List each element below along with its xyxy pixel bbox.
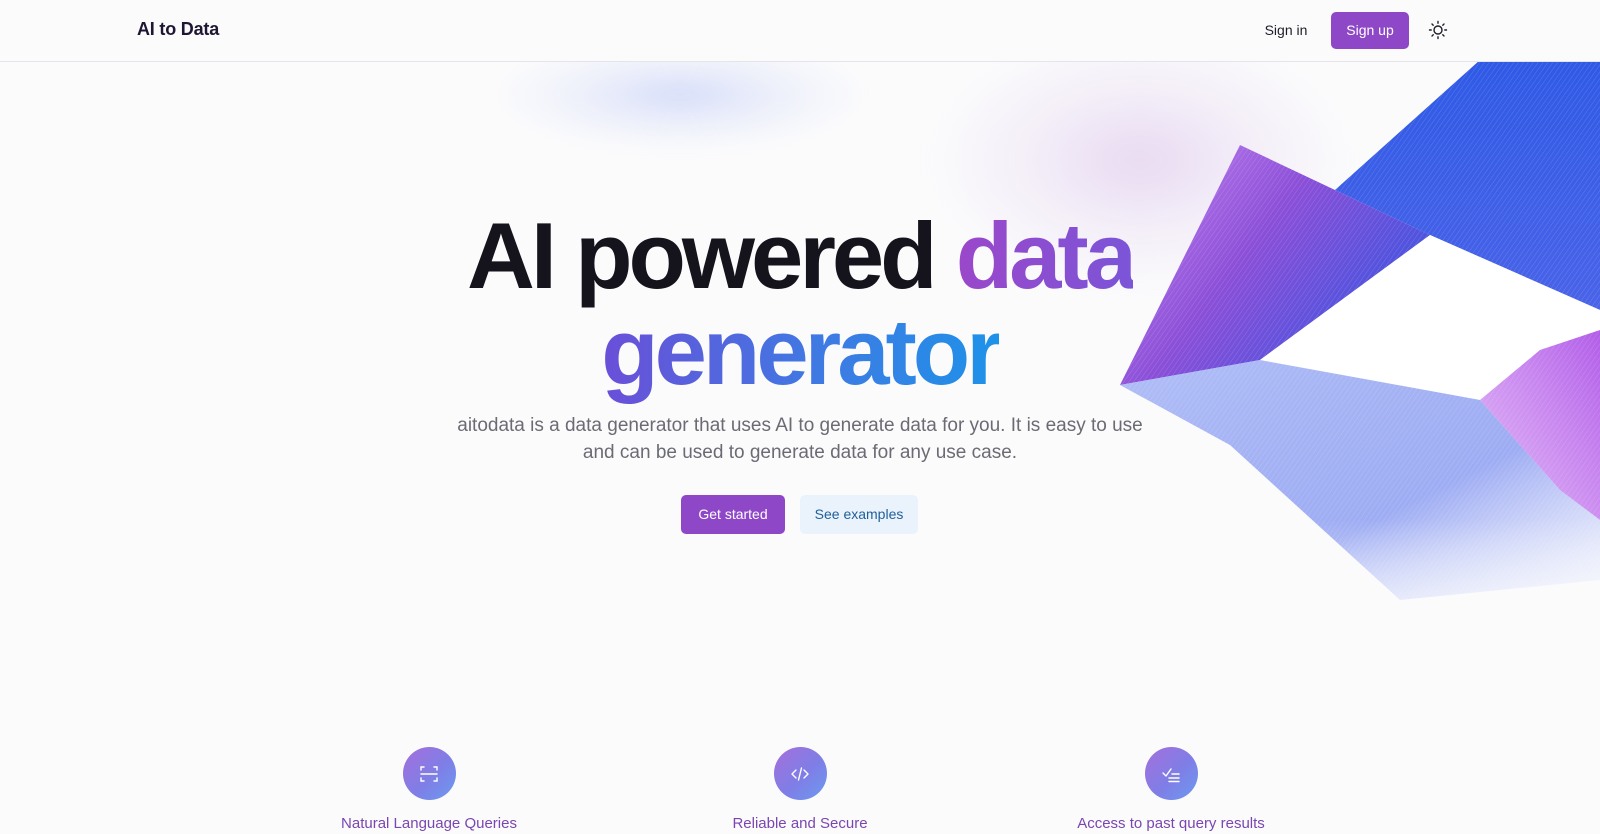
- sun-icon: [1428, 20, 1448, 40]
- get-started-button[interactable]: Get started: [681, 495, 785, 534]
- scan-icon: [420, 765, 438, 782]
- feature-access-past-results: Access to past query results: [1021, 747, 1321, 834]
- feature-reliable-and-secure: Reliable and Secure: [650, 747, 950, 834]
- hero-title: AI powered data generator: [400, 208, 1200, 400]
- hero-title-accent-generator: generator: [601, 299, 1003, 404]
- checklist-icon: [1162, 767, 1180, 782]
- code-icon: [791, 766, 809, 781]
- brand-logo-text[interactable]: AI to Data: [137, 19, 219, 40]
- page: AI to Data Sign in Sign up AI powered da…: [0, 0, 1600, 834]
- see-examples-button[interactable]: See examples: [800, 495, 918, 534]
- theme-toggle-button[interactable]: [1427, 19, 1449, 41]
- feature-icon-circle: [402, 747, 456, 800]
- feature-label: Access to past query results: [1077, 815, 1265, 832]
- feature-icon-circle: [773, 747, 827, 800]
- feature-icon-circle: [1144, 747, 1198, 800]
- top-navbar: AI to Data Sign in Sign up: [0, 0, 1600, 62]
- sign-up-button[interactable]: Sign up: [1331, 12, 1409, 49]
- feature-natural-language-queries: Natural Language Queries: [279, 747, 579, 834]
- hero-description: aitodata is a data generator that uses A…: [457, 415, 1143, 463]
- hero-title-accent-data: data: [955, 203, 1137, 308]
- hero-title-plain: AI powered: [466, 203, 938, 308]
- sign-in-link[interactable]: Sign in: [1258, 20, 1314, 40]
- feature-label: Reliable and Secure: [732, 815, 868, 832]
- feature-label: Natural Language Queries: [341, 815, 517, 832]
